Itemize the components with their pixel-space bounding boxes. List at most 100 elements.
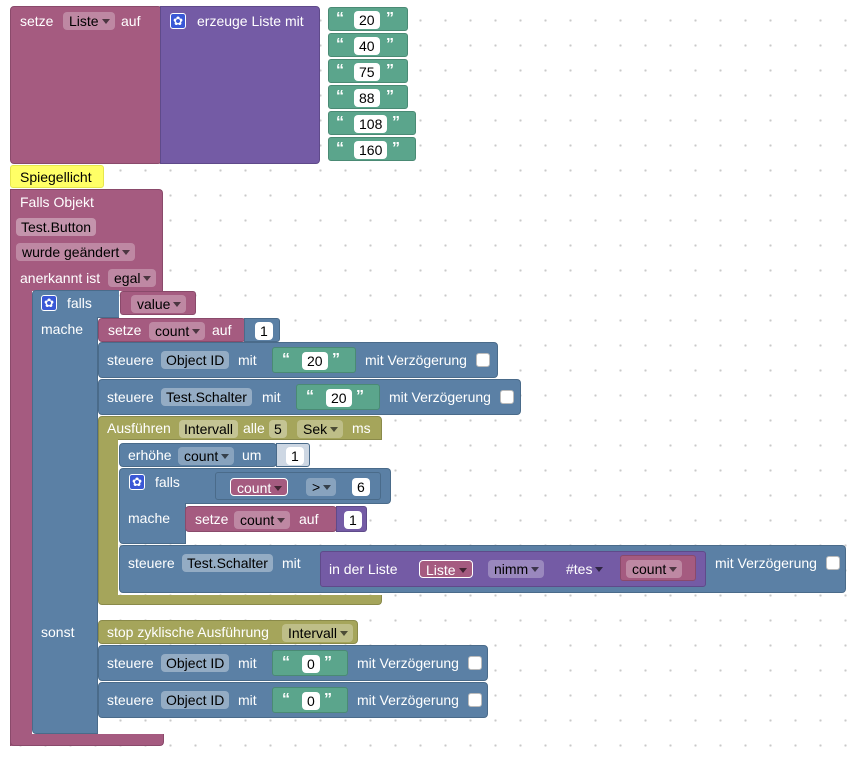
interval-value-field[interactable]: 5: [269, 420, 287, 438]
text-value-block[interactable]: “ 0 ”: [272, 687, 348, 713]
close-quote-icon: ”: [356, 388, 364, 405]
interval-name-dropdown[interactable]: Intervall: [282, 624, 354, 642]
list-item[interactable]: “ 108 ”: [328, 111, 416, 135]
number-value[interactable]: 1: [255, 322, 273, 340]
list-item[interactable]: “ 75 ”: [328, 59, 408, 83]
ack-dropdown[interactable]: egal: [108, 269, 157, 287]
list-item-value[interactable]: 75: [354, 63, 380, 81]
increase-block[interactable]: erhöhe count um: [119, 443, 277, 467]
control-label: steuere: [128, 555, 175, 571]
if-object-label: Falls Objekt: [20, 194, 94, 210]
condition-dropdown[interactable]: value: [131, 295, 187, 313]
index-block[interactable]: count: [620, 555, 696, 581]
number-value[interactable]: 1: [286, 447, 304, 465]
text-value-block[interactable]: “ 0 ”: [272, 650, 348, 676]
close-quote-icon: ”: [324, 654, 332, 671]
number-value[interactable]: 1: [344, 511, 362, 529]
text-value[interactable]: 20: [326, 389, 352, 407]
stop-interval-block[interactable]: stop zyklische Ausführung Intervall: [98, 620, 358, 644]
text-value[interactable]: 0: [302, 655, 320, 673]
object-id-field[interactable]: Object ID: [161, 691, 230, 709]
create-list-block[interactable]: ✿ erzeuge Liste mit: [160, 6, 320, 164]
open-quote-icon: “: [306, 388, 314, 405]
delay-checkbox[interactable]: [826, 556, 840, 570]
set-count-block[interactable]: setze count auf: [185, 506, 337, 532]
close-quote-icon: ”: [392, 114, 400, 131]
text-value[interactable]: 20: [302, 352, 328, 370]
comment-text: Spiegellicht: [20, 169, 92, 185]
compare-right-value[interactable]: 6: [352, 478, 370, 496]
take-dropdown[interactable]: nimm: [488, 560, 545, 578]
list-variable-dropdown[interactable]: Liste: [63, 12, 115, 30]
delay-label: mit Verzögerung: [357, 692, 459, 708]
set-count-block[interactable]: setze count auf: [98, 318, 246, 342]
object-id-field[interactable]: Test.Schalter: [182, 554, 273, 572]
list-item-value[interactable]: 108: [354, 115, 388, 133]
with-label: mit: [282, 555, 301, 571]
open-quote-icon: “: [336, 10, 344, 27]
comment-block[interactable]: Spiegellicht: [10, 165, 104, 188]
number-block[interactable]: 1: [276, 443, 310, 467]
open-quote-icon: “: [282, 351, 290, 368]
index-variable-dropdown[interactable]: count: [626, 560, 683, 578]
count-variable-dropdown[interactable]: count: [178, 447, 235, 465]
comparison-block[interactable]: count > 6: [215, 472, 381, 500]
operator-dropdown[interactable]: >: [306, 478, 337, 496]
text-value[interactable]: 0: [302, 692, 320, 710]
create-list-label: erzeuge Liste mit: [197, 13, 304, 29]
gear-icon[interactable]: ✿: [129, 474, 145, 490]
inner-if-block[interactable]: ✿ falls mache: [119, 468, 186, 544]
stop-label: stop zyklische Ausführung: [107, 624, 269, 640]
delay-checkbox[interactable]: [468, 656, 482, 670]
delay-label: mit Verzögerung: [715, 555, 817, 571]
object-id-field[interactable]: Object ID: [161, 654, 230, 672]
trigger-block[interactable]: Falls Objekt Test.Button wurde geändert …: [10, 189, 163, 291]
count-variable-dropdown[interactable]: count: [149, 322, 206, 340]
open-quote-icon: “: [336, 114, 344, 131]
by-label: um: [242, 447, 262, 463]
list-item[interactable]: “ 160 ”: [328, 137, 416, 161]
object-id-field[interactable]: Test.Schalter: [161, 388, 252, 406]
text-value-block[interactable]: “ 20 ”: [296, 384, 380, 410]
condition-block[interactable]: value: [120, 291, 196, 315]
delay-checkbox[interactable]: [500, 390, 514, 404]
delay-label: mit Verzögerung: [389, 389, 491, 405]
changed-dropdown[interactable]: wurde geändert: [16, 243, 136, 261]
object-id-field[interactable]: Object ID: [161, 351, 230, 369]
increase-label: erhöhe: [128, 447, 172, 463]
unit-dropdown[interactable]: Sek: [297, 420, 344, 438]
list-item-value[interactable]: 40: [354, 37, 380, 55]
trigger-object-field[interactable]: Test.Button: [16, 218, 97, 236]
if-else-block[interactable]: ✿ falls mache sonst: [32, 290, 98, 734]
list-item[interactable]: “ 20 ”: [328, 7, 408, 31]
execute-label: Ausführen: [107, 420, 171, 436]
interval-block[interactable]: Ausführen Intervall alle 5 Sek ms: [98, 416, 382, 440]
compare-left-dropdown[interactable]: count: [230, 478, 289, 496]
list-item[interactable]: “ 40 ”: [328, 33, 408, 57]
interval-name-field[interactable]: Intervall: [179, 420, 239, 438]
close-quote-icon: ”: [324, 691, 332, 708]
delay-checkbox[interactable]: [468, 693, 482, 707]
list-item-value[interactable]: 20: [354, 11, 380, 29]
set-list-block[interactable]: setze Liste auf: [10, 6, 162, 164]
close-quote-icon: ”: [386, 62, 394, 79]
close-quote-icon: ”: [386, 88, 394, 105]
count-variable-dropdown[interactable]: count: [234, 511, 291, 529]
control-label: steuere: [107, 692, 154, 708]
number-block[interactable]: 1: [336, 506, 367, 532]
control-label: steuere: [107, 389, 154, 405]
delay-label: mit Verzögerung: [365, 352, 467, 368]
gear-icon[interactable]: ✿: [41, 295, 57, 311]
open-quote-icon: “: [282, 654, 290, 671]
list-variable-dropdown[interactable]: Liste: [419, 560, 473, 578]
with-label: mit: [238, 655, 257, 671]
delay-checkbox[interactable]: [476, 353, 490, 367]
number-block[interactable]: 1: [244, 318, 280, 342]
list-item[interactable]: “ 88 ”: [328, 85, 408, 109]
list-item-value[interactable]: 88: [354, 89, 380, 107]
text-value-block[interactable]: “ 20 ”: [272, 347, 356, 373]
list-item-value[interactable]: 160: [354, 141, 388, 159]
nth-dropdown[interactable]: #tes: [560, 560, 608, 578]
if-header-ext: [97, 290, 119, 318]
gear-icon[interactable]: ✿: [170, 13, 186, 29]
